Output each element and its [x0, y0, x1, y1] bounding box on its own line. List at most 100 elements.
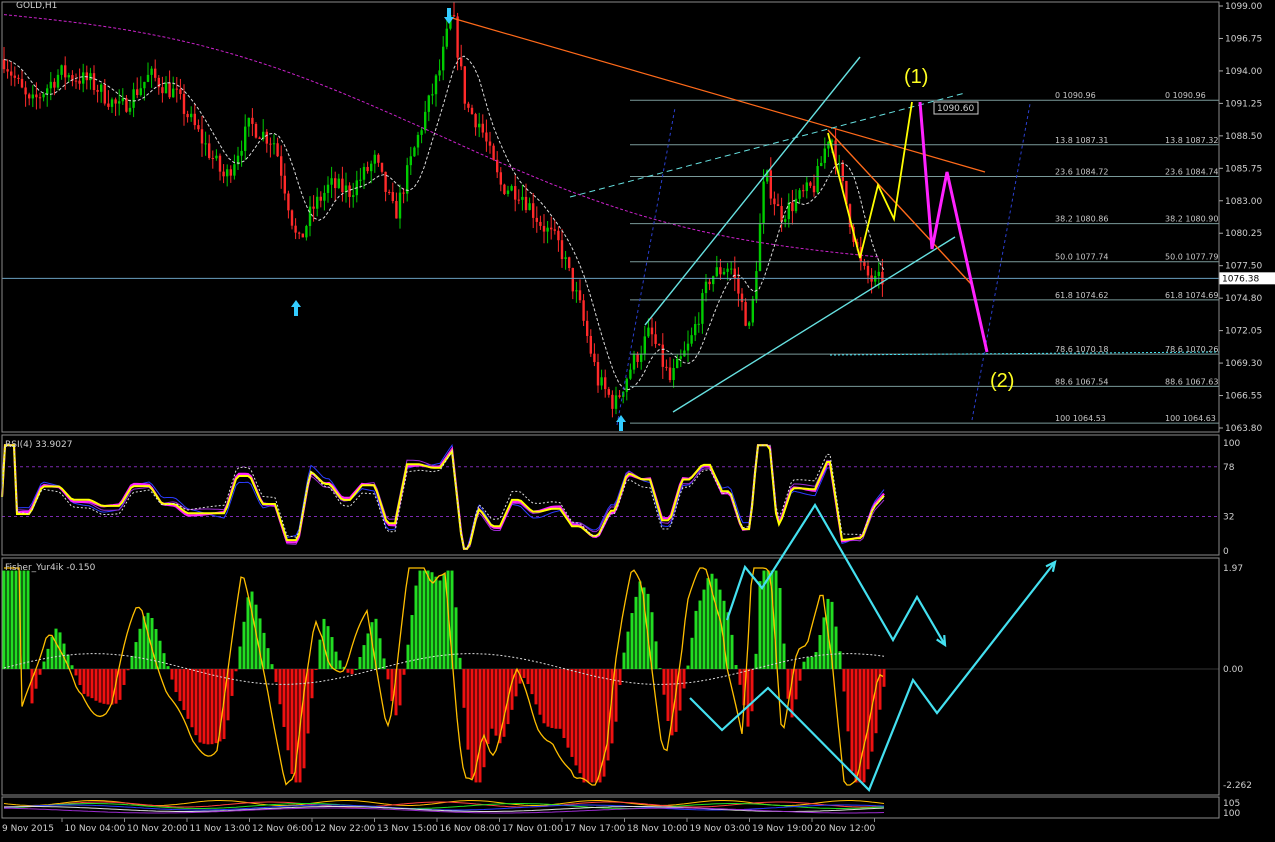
fisher-bar — [362, 645, 366, 670]
candle-body — [197, 125, 200, 130]
fisher-bar — [546, 669, 550, 727]
candle-body — [326, 184, 330, 193]
candle-body — [474, 114, 477, 128]
candle-body — [247, 117, 250, 127]
candle-body — [92, 73, 96, 91]
candle-body — [679, 356, 682, 359]
fisher-bar — [470, 669, 474, 779]
candle-body — [391, 192, 394, 201]
candle-body — [611, 394, 614, 409]
time-axis-label: 9 Nov 2015 — [2, 824, 54, 834]
candle-body — [463, 66, 466, 104]
candle-body — [877, 271, 880, 276]
candle-body — [690, 335, 693, 344]
time-axis-label: 19 Nov 03:00 — [690, 824, 751, 834]
fisher-bar — [290, 669, 294, 774]
fisher-bar — [14, 570, 18, 670]
fisher-bar — [718, 589, 722, 670]
candle-body — [312, 206, 315, 209]
fisher-bar — [618, 669, 622, 686]
candle-body — [488, 141, 492, 146]
candle-body — [420, 130, 423, 135]
fisher-bar — [70, 665, 74, 670]
fisher-bar — [406, 644, 410, 670]
fisher-bar — [94, 669, 98, 701]
candle-body — [103, 84, 106, 104]
fib-level-label-left: 100 1064.53 — [1055, 414, 1106, 423]
fisher-bar — [338, 660, 342, 670]
rsi-axis-label: 78 — [1223, 463, 1235, 473]
candle-body — [499, 172, 502, 185]
wave-2-label: (2) — [990, 370, 1014, 392]
candle-body — [56, 74, 60, 88]
candle-body — [460, 57, 463, 67]
candle-body — [830, 140, 834, 142]
price-axis-label: 1099.00 — [1225, 2, 1262, 12]
candle-body — [582, 300, 585, 321]
candle-body — [805, 182, 808, 191]
price-axis-label: 1091.25 — [1225, 99, 1262, 109]
candle-body — [251, 117, 254, 124]
fisher-bar — [102, 669, 106, 704]
fisher-bar — [198, 669, 202, 743]
price-axis-label: 1077.50 — [1225, 262, 1262, 272]
candle-body — [816, 166, 819, 193]
candle-body — [139, 88, 142, 96]
fisher-bar — [522, 669, 526, 679]
candle-body — [632, 354, 636, 370]
mt4-chart[interactable]: 1076.38 0 1090.96 0 1090.96 13.8 1087.31 13.… — [0, 0, 1275, 842]
fisher-bar — [78, 669, 82, 686]
rsi-title: RSI(4) 33.9027 — [5, 440, 72, 450]
fisher-bar — [346, 669, 350, 673]
fisher-bar — [682, 669, 686, 689]
fisher-bar — [466, 669, 470, 750]
fisher-bar — [126, 669, 130, 671]
candle-body — [791, 202, 794, 212]
fisher-bar — [422, 570, 426, 670]
fisher-bar — [786, 669, 790, 699]
price-axis-label: 1066.55 — [1225, 392, 1262, 402]
price-axis-label: 1063.80 — [1225, 424, 1262, 434]
fisher-bar — [882, 669, 886, 687]
candle-body — [323, 192, 326, 201]
candle-body — [719, 267, 722, 275]
fib-level-label-right: 0 1090.96 — [1165, 91, 1206, 100]
candle-body — [686, 343, 690, 351]
candle-body — [726, 268, 729, 272]
candle-body — [600, 377, 603, 386]
fisher-bar — [874, 669, 878, 734]
candle-body — [701, 293, 704, 324]
candle-body — [17, 77, 20, 79]
fisher-bar — [810, 656, 814, 670]
fisher-bar — [794, 669, 798, 700]
candle-body — [773, 198, 776, 205]
candle-body — [409, 156, 412, 166]
bottom-axis-label: 105 — [1223, 799, 1240, 809]
fisher-bar — [230, 669, 234, 696]
candle-body — [697, 323, 700, 325]
candle-body — [172, 88, 175, 98]
fisher-bar — [490, 669, 494, 729]
candle-body — [503, 184, 506, 194]
fisher-bar — [690, 637, 694, 670]
price-axis-label: 1080.25 — [1225, 229, 1262, 239]
fisher-bar — [778, 588, 782, 670]
candle-body — [780, 206, 783, 222]
time-axis-label: 10 Nov 04:00 — [65, 824, 126, 834]
price-axis-label: 1096.75 — [1225, 34, 1262, 44]
candle-body — [737, 278, 740, 294]
fisher-bar — [434, 576, 438, 670]
fisher-bar — [590, 669, 594, 783]
candle-body — [211, 157, 214, 159]
fisher-bar — [622, 652, 626, 670]
candle-body — [352, 195, 355, 197]
fisher-bar — [630, 613, 634, 670]
candle-body — [308, 206, 312, 227]
price-axis-label: 1072.05 — [1225, 327, 1262, 337]
candle-body — [683, 350, 686, 357]
fisher-bar — [234, 669, 238, 672]
candle-body — [258, 137, 261, 139]
candle-body — [128, 107, 132, 112]
fisher-bar — [554, 669, 558, 729]
candle-body — [114, 99, 117, 104]
